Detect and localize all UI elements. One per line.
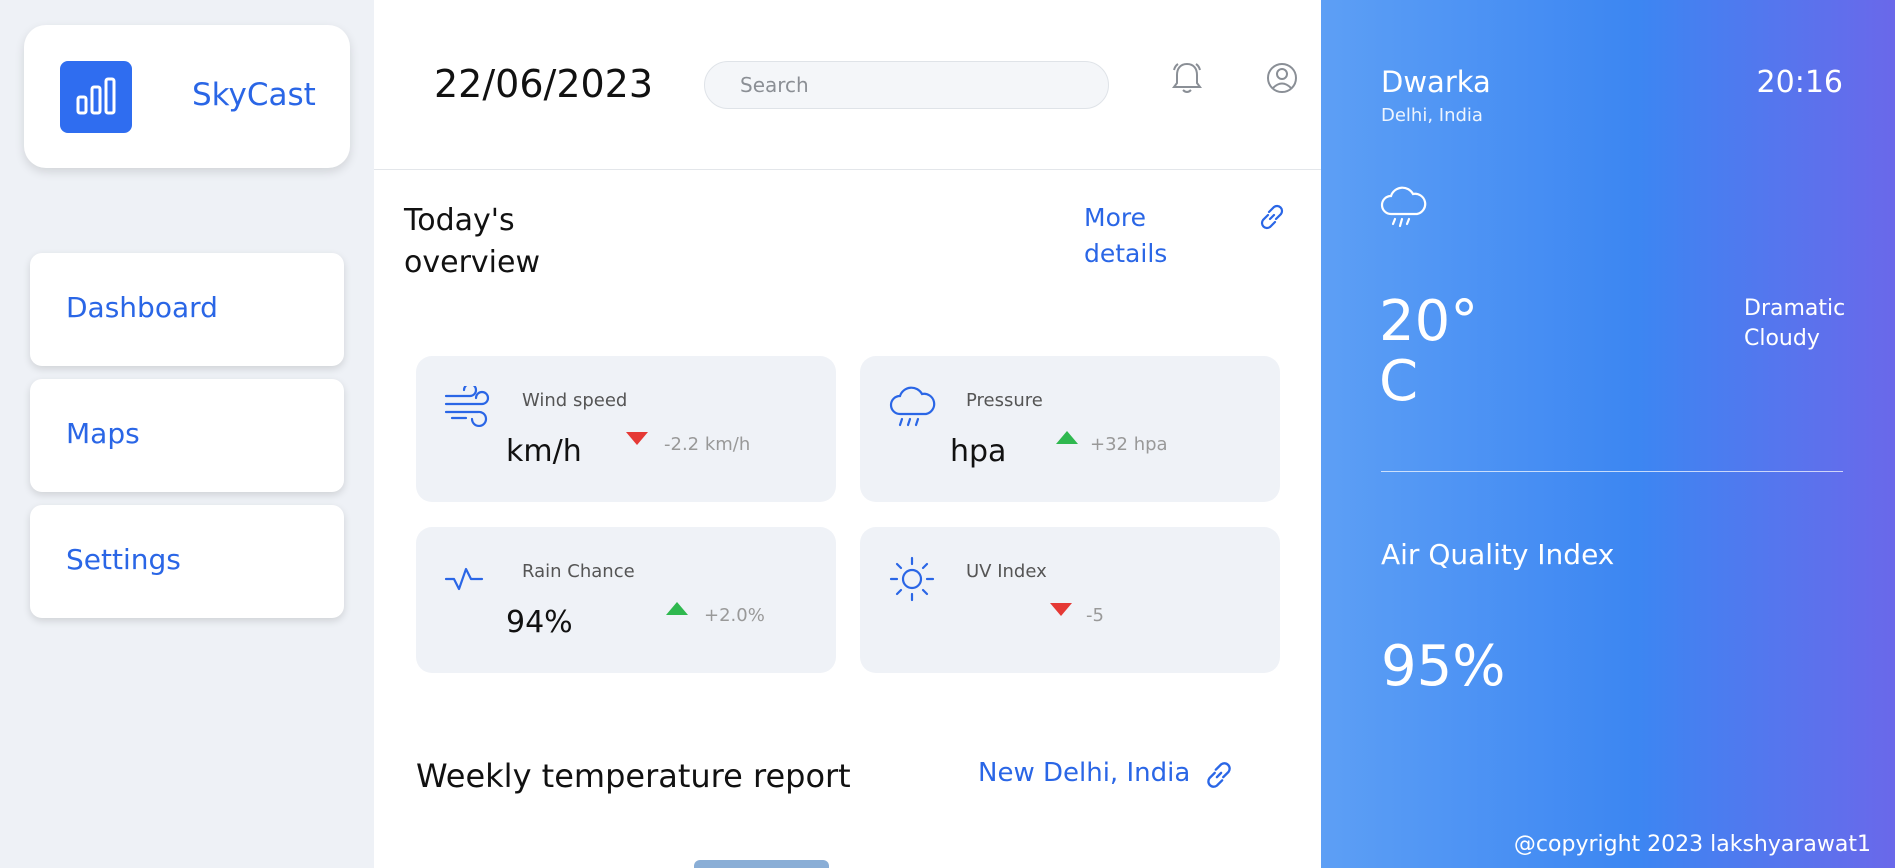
region-name: Delhi, India [1381, 105, 1483, 126]
card-value: 94% [506, 605, 573, 640]
divider [1381, 471, 1843, 472]
pulse-icon [444, 565, 484, 597]
card-label: UV Index [966, 561, 1047, 582]
main-content: 22/06/2023 Today's overview More details [374, 0, 1321, 868]
header: 22/06/2023 [374, 0, 1321, 170]
card-label: Pressure [966, 390, 1043, 411]
aqi-label: Air Quality Index [1381, 538, 1615, 571]
link-icon[interactable] [1256, 201, 1288, 237]
card-change: +32 hpa [1090, 434, 1168, 455]
current-date: 22/06/2023 [434, 62, 654, 106]
sidebar-item-label: Maps [66, 417, 140, 450]
weekly-report-title: Weekly temperature report [416, 757, 851, 795]
rain-cloud-icon [888, 386, 936, 434]
search-input[interactable] [704, 61, 1109, 109]
trend-down-icon [626, 431, 648, 450]
card-label: Wind speed [522, 390, 628, 411]
bell-icon[interactable] [1170, 60, 1204, 100]
pressure-card: Pressure hpa +32 hpa [860, 356, 1280, 502]
user-circle-icon[interactable] [1265, 61, 1299, 99]
city-name: Dwarka [1381, 65, 1491, 99]
link-icon[interactable] [1202, 758, 1236, 796]
card-change: -5 [1086, 605, 1104, 626]
weather-condition: Dramatic Cloudy [1744, 296, 1846, 351]
more-details-link[interactable]: More details [1084, 200, 1194, 272]
sidebar-item-label: Dashboard [66, 291, 218, 324]
trend-up-icon [666, 601, 688, 620]
copyright-text: @copyright 2023 lakshyarawat1 [1513, 832, 1871, 857]
trend-up-icon [1056, 430, 1078, 449]
weekly-chart [694, 860, 829, 868]
card-label: Rain Chance [522, 561, 635, 582]
logo-card[interactable]: SkyCast [24, 25, 350, 168]
trend-down-icon [1050, 602, 1072, 621]
overview-title: Today's overview [404, 203, 540, 280]
current-time: 20:16 [1756, 65, 1843, 100]
uv-index-card: UV Index -5 [860, 527, 1280, 673]
sidebar-item-dashboard[interactable]: Dashboard [30, 253, 344, 366]
current-temperature: 20° C [1379, 289, 1479, 414]
card-value: km/h [506, 434, 582, 469]
sidebar: SkyCast Dashboard Maps Settings [0, 0, 374, 868]
card-value: hpa [950, 434, 1007, 469]
rain-chance-card: Rain Chance 94% +2.0% [416, 527, 836, 673]
current-weather-panel: Dwarka Delhi, India 20:16 20° C Dramatic… [1321, 0, 1895, 868]
sidebar-item-maps[interactable]: Maps [30, 379, 344, 492]
wind-speed-card: Wind speed km/h -2.2 km/h [416, 356, 836, 502]
sidebar-item-label: Settings [66, 543, 181, 576]
rain-cloud-icon [1379, 186, 1427, 234]
card-change: -2.2 km/h [664, 434, 751, 455]
aqi-value: 95% [1381, 634, 1506, 699]
sun-icon [888, 555, 936, 607]
sidebar-item-settings[interactable]: Settings [30, 505, 344, 618]
wind-icon [444, 382, 492, 432]
weekly-location-link[interactable]: New Delhi, India [978, 758, 1190, 788]
app-name: SkyCast [192, 77, 316, 113]
card-change: +2.0% [704, 605, 765, 626]
bar-chart-icon [60, 61, 132, 133]
